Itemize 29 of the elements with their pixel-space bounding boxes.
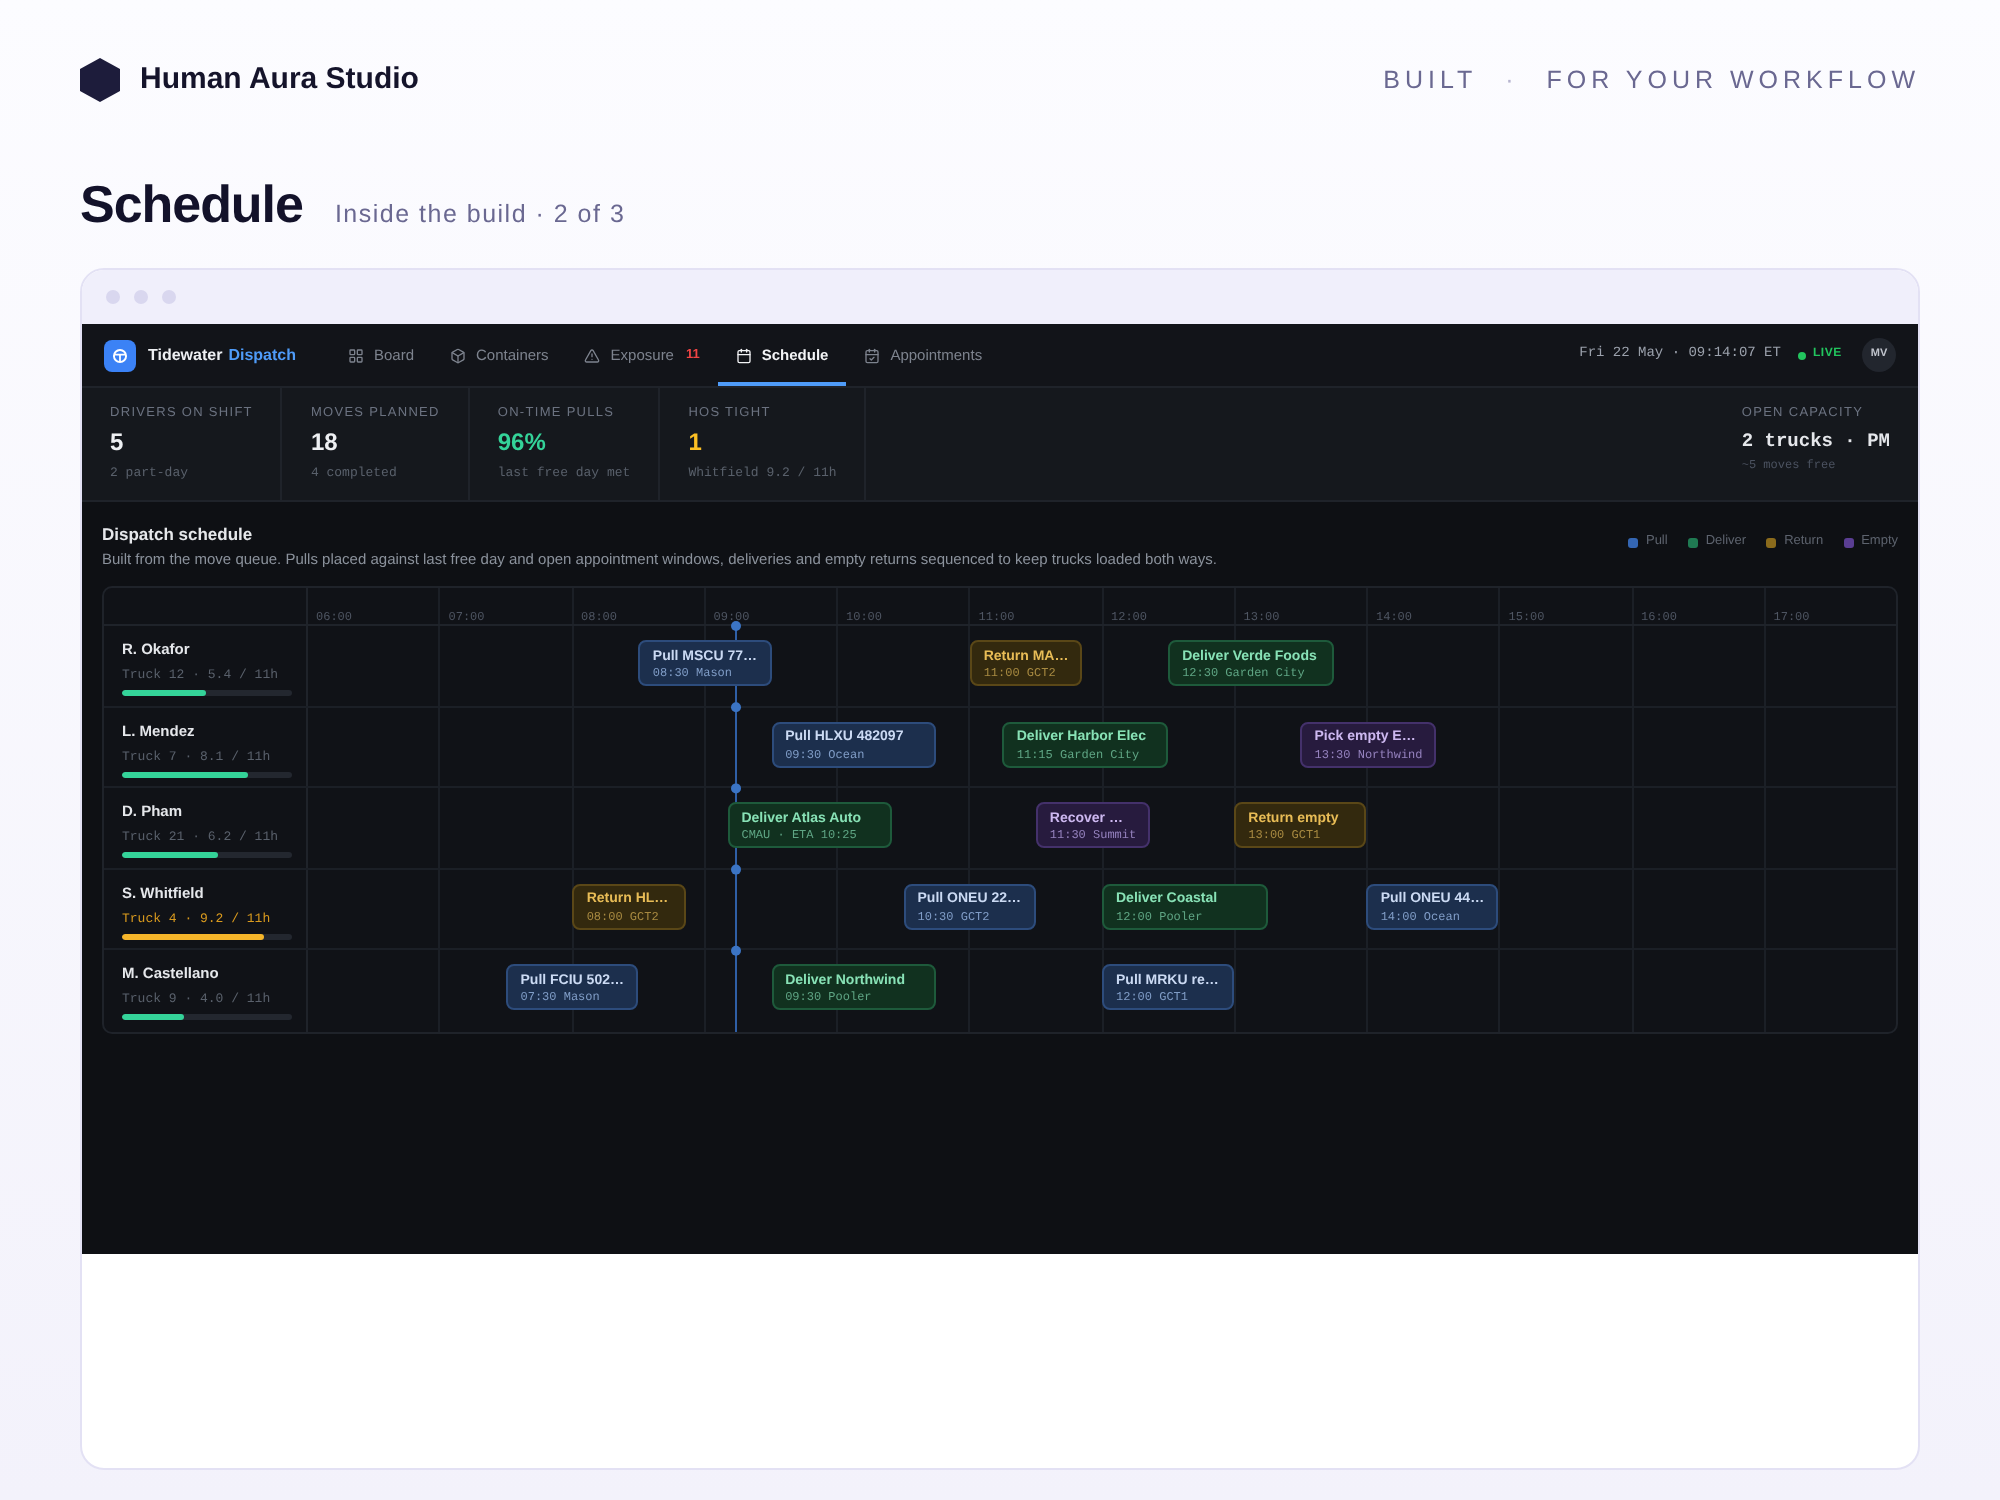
section-title: Dispatch schedule (102, 524, 255, 546)
studio-name: Human Aura Studio (140, 59, 419, 100)
legend-swatch-icon (1843, 537, 1854, 547)
legend-swatch-icon (1687, 537, 1698, 547)
stat-value: 18 (310, 428, 340, 458)
app-brand-name: Tidewater (148, 343, 223, 367)
app-logo-icon (104, 339, 136, 371)
live-status-dot-icon (1798, 351, 1807, 359)
legend-swatch-icon (1627, 537, 1638, 547)
hexagon-logo-icon (80, 58, 120, 102)
tagline-text: FOR YOUR WORKFLOW (1546, 63, 1920, 98)
calendar-icon (735, 347, 752, 363)
cube-icon (450, 347, 467, 363)
stat-value: 96% (497, 428, 548, 458)
legend-swatch-icon (1766, 537, 1777, 547)
stat-value: 5 (110, 428, 126, 458)
page-title: Schedule (80, 174, 303, 234)
window-dot-icon (106, 290, 120, 304)
tagline-separator: · (1505, 63, 1519, 98)
warning-icon (584, 347, 601, 363)
stat-value: 2 trucks · PM (1741, 428, 1890, 454)
calendar-check-icon (864, 347, 881, 363)
stat-value: 1 (688, 428, 704, 458)
tagline-text: BUILT (1383, 63, 1478, 98)
page-subtitle: Inside the build · 2 of 3 (334, 198, 626, 232)
grid-icon (348, 347, 364, 363)
app-brand-accent: Dispatch (228, 343, 296, 367)
window-dot-icon (134, 290, 148, 304)
window-dot-icon (162, 290, 176, 304)
